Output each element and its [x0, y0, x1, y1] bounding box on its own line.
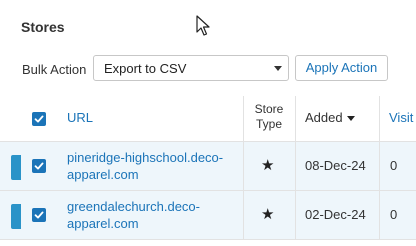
stores-page: Stores Bulk Action Export to CSV Apply A… [0, 0, 416, 246]
column-header-url[interactable]: URL [67, 110, 93, 125]
row-checkbox[interactable] [32, 159, 46, 173]
select-all-checkbox[interactable] [32, 112, 46, 126]
column-divider [243, 142, 244, 190]
visits-count: 0 [390, 207, 398, 222]
row-checkbox[interactable] [32, 208, 46, 222]
sort-descending-icon [346, 116, 355, 122]
bulk-action-selected-value: Export to CSV [104, 61, 187, 76]
column-divider [243, 191, 244, 239]
column-header-added[interactable]: Added [305, 110, 355, 125]
apply-action-button[interactable]: Apply Action [295, 55, 388, 81]
table-row: greendalechurch.deco-apparel.com ★ 02-De… [0, 191, 416, 240]
bulk-action-label: Bulk Action [22, 62, 87, 77]
checkmark-icon [34, 162, 44, 170]
checkmark-icon [34, 115, 44, 123]
stores-table: URL Store Type Added Visit pineridge-hig… [0, 96, 416, 246]
section-title: Stores [21, 19, 65, 35]
added-date: 02-Dec-24 [305, 207, 366, 222]
mouse-cursor-icon [196, 15, 210, 36]
column-divider [243, 96, 244, 141]
store-url-link[interactable]: pineridge-highschool.deco-apparel.com [67, 149, 242, 183]
bulk-action-select[interactable]: Export to CSV [93, 55, 289, 81]
chevron-down-icon [274, 66, 282, 71]
checkmark-icon [34, 211, 44, 219]
row-drag-handle[interactable] [11, 155, 21, 180]
column-divider [295, 191, 296, 239]
column-header-visits[interactable]: Visit [389, 110, 413, 125]
row-drag-handle[interactable] [11, 204, 21, 229]
column-header-added-label: Added [305, 110, 343, 125]
star-icon: ★ [261, 206, 275, 223]
table-row: pineridge-highschool.deco-apparel.com ★ … [0, 142, 416, 191]
added-date: 08-Dec-24 [305, 158, 366, 173]
column-divider [295, 96, 296, 141]
store-url-link[interactable]: greendalechurch.deco-apparel.com [67, 198, 242, 232]
star-icon: ★ [261, 157, 275, 174]
table-header-row: URL Store Type Added Visit [0, 96, 416, 142]
column-divider [295, 142, 296, 190]
column-header-store-type: Store Type [254, 102, 284, 131]
visits-count: 0 [390, 158, 398, 173]
column-divider [379, 191, 380, 239]
column-divider [379, 142, 380, 190]
column-divider [379, 96, 380, 141]
